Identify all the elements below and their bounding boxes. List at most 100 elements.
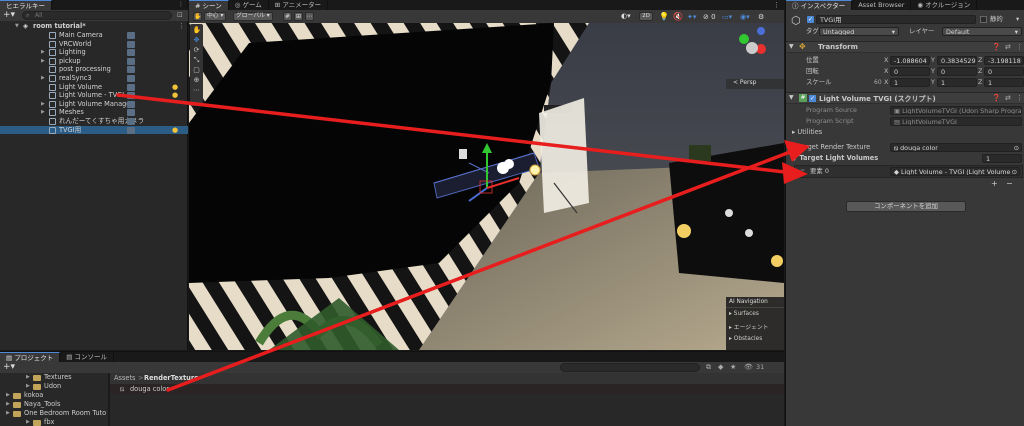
rect-tool-icon[interactable]: ▢ — [193, 66, 201, 74]
target-lv-size-field[interactable]: 1 — [982, 154, 1022, 163]
breadcrumb-assets[interactable]: Assets — [114, 373, 135, 384]
hierarchy-item[interactable]: post processing — [0, 65, 188, 74]
ai-navigation-overlay[interactable]: AI Navigation ▸ Surfaces ▸ エージェント ▸ Obst… — [726, 297, 784, 350]
snap-icon[interactable]: ⊞ — [294, 12, 303, 21]
favorite-icon[interactable]: ★ — [730, 362, 736, 373]
program-source-field[interactable]: ▣ LightVolumeTVGI (Udon Sharp Progra — [890, 106, 1022, 115]
program-script-field[interactable]: ▤ LightVolumeTVGI — [890, 117, 1022, 126]
persp-label[interactable]: < Persp — [733, 79, 756, 86]
move-tool-icon[interactable]: ✥ — [193, 36, 201, 44]
folder-tree-item[interactable]: ▶ One Bedroom Room Tuto — [0, 409, 108, 418]
expand-arrow-icon[interactable]: ▶ — [26, 382, 30, 391]
hierarchy-item[interactable]: ▶ Meshes — [0, 108, 188, 117]
tvgi-component-header[interactable]: ▼ # ✓ Light Volume TVGI (スクリプト) ❓ ⇄ ⋮ — [786, 92, 1024, 104]
rotation-x-field[interactable]: 0 — [890, 67, 930, 76]
audio-toggle-icon[interactable]: 🔇 — [673, 11, 683, 22]
element-0-field[interactable]: ◆ Light Volume - TVGI (Light Volume ⊙ — [890, 167, 1020, 176]
tab-console[interactable]: ▤ コンソール — [60, 352, 114, 362]
component-menu-icon[interactable]: ⋮ — [1016, 94, 1023, 102]
object-name-input[interactable]: TVGI用 — [816, 15, 976, 24]
preset-icon[interactable]: ⇄ — [1005, 94, 1011, 102]
scene-view[interactable]: # シーン ◎ ゲーム ⊞ アニメーター ⋮ ✋ 中心 ▾ グローバル ▾ # … — [189, 0, 784, 350]
scale-y-field[interactable]: 1 — [937, 78, 977, 87]
transform-tool-icon[interactable]: ⊕ — [193, 76, 201, 84]
visibility-icon[interactable] — [127, 83, 135, 91]
ai-nav-agents[interactable]: ▸ エージェント — [726, 318, 784, 332]
visibility-icon[interactable] — [127, 126, 135, 134]
tab-hierarchy[interactable]: ヒエラルキー — [0, 0, 52, 10]
expand-arrow-icon[interactable]: ▶ — [41, 108, 45, 117]
search-input[interactable]: ⌕ All — [22, 11, 172, 20]
hierarchy-item[interactable]: VRCWorld — [0, 40, 188, 49]
position-y-field[interactable]: 0.3834529 — [937, 56, 977, 65]
custom-tool-icon[interactable]: ⋯ — [193, 86, 201, 94]
visibility-icon[interactable] — [127, 118, 135, 125]
scene-menu-icon[interactable]: ⋮ — [178, 22, 185, 31]
preset-icon[interactable]: ⇄ — [1005, 43, 1011, 51]
rotation-z-field[interactable]: 0 — [984, 67, 1024, 76]
rotate-tool-icon[interactable]: ⟳ — [193, 46, 201, 54]
scale-x-field[interactable]: 1 — [890, 78, 930, 87]
visibility-icon[interactable] — [127, 32, 135, 39]
add-element-button[interactable]: + — [991, 179, 998, 188]
breadcrumb-rendertexture[interactable]: RenderTexture — [144, 373, 199, 384]
ai-nav-surfaces[interactable]: ▸ Surfaces — [726, 308, 784, 318]
add-icon[interactable]: +▾ — [3, 10, 15, 21]
search-by-label-icon[interactable]: ◆ — [718, 362, 723, 373]
hierarchy-item[interactable]: れんだーてくすちゃ用カメラ — [0, 117, 188, 126]
camera-settings-icon[interactable]: ▭▾ — [722, 12, 732, 22]
object-picker-icon[interactable]: ⊙ — [1014, 144, 1019, 151]
visibility-icon[interactable] — [127, 57, 135, 65]
expand-arrow-icon[interactable]: ▶ — [41, 48, 45, 57]
hand-tool-icon[interactable]: ✋ — [193, 12, 202, 21]
object-picker-icon[interactable]: ⊙ — [1011, 168, 1017, 175]
scale-link-icon[interactable]: 60 — [874, 78, 882, 87]
folder-tree-item[interactable]: ▶ Textures — [0, 373, 108, 382]
asset-row[interactable]: ⧅ douga color — [110, 384, 784, 394]
visibility-icon[interactable] — [127, 49, 135, 57]
folder-tree-item[interactable]: ▶ Udon — [0, 382, 108, 391]
visibility-icon[interactable] — [127, 66, 135, 74]
remove-element-button[interactable]: − — [1006, 179, 1013, 188]
folder-tree-item[interactable]: ▶ Naya_Tools — [0, 400, 108, 409]
add-component-button[interactable]: コンポーネントを追加 — [846, 201, 966, 212]
scale-z-field[interactable]: 1 — [984, 78, 1024, 87]
hierarchy-item[interactable]: TVGI用 ● — [0, 125, 188, 135]
utilities-foldout[interactable]: ▸ Utilities — [792, 128, 822, 137]
folder-tree-item[interactable]: ▶ fbx — [0, 418, 108, 426]
hierarchy-item[interactable]: ▶ Light Volume Manager — [0, 100, 188, 109]
create-icon[interactable]: +▾ — [3, 362, 15, 373]
tab-project[interactable]: ▤ プロジェクト — [0, 352, 61, 362]
hierarchy-item[interactable]: ▶ realSync3 — [0, 74, 188, 83]
tab-asset-browser[interactable]: Asset Browser — [852, 0, 912, 10]
rotation-y-field[interactable]: 0 — [937, 67, 977, 76]
component-enabled-checkbox[interactable]: ✓ — [809, 95, 816, 102]
scene-render[interactable] — [189, 23, 784, 350]
hidden-packages-icon[interactable]: 👁 — [744, 362, 753, 373]
visibility-icon[interactable] — [127, 109, 135, 117]
layer-dropdown[interactable]: Default ▾ — [942, 27, 1022, 36]
hierarchy-item[interactable]: Light Volume ● — [0, 83, 188, 92]
help-icon[interactable]: ❓ — [992, 43, 1001, 51]
search-by-type-icon[interactable]: ⧉ — [706, 362, 711, 373]
target-rt-field[interactable]: ⧅ douga color ⊙ — [890, 143, 1022, 152]
tab-animator[interactable]: ⊞ アニメーター — [269, 0, 329, 10]
visibility-icon[interactable] — [127, 75, 135, 82]
grid-snap-icon[interactable]: # — [283, 12, 292, 21]
increment-snap-icon[interactable]: ⋯ — [305, 12, 314, 21]
hierarchy-item[interactable]: ▶ pickup — [0, 57, 188, 66]
expand-arrow-icon[interactable]: ▶ — [6, 409, 10, 418]
component-menu-icon[interactable]: ⋮ — [1016, 43, 1023, 51]
project-search-input[interactable] — [560, 363, 700, 372]
expand-arrow-icon[interactable]: ▶ — [41, 57, 45, 66]
target-lv-foldout[interactable]: ▼ Target Light Volumes — [792, 154, 878, 163]
tab-occlusion[interactable]: ◉ オクルージョン — [911, 0, 978, 10]
hierarchy-item[interactable]: Light Volume - TVGI ● — [0, 91, 188, 100]
scene-settings-icon[interactable]: ⚙ — [758, 12, 764, 22]
view-tool-icon[interactable]: ✋ — [193, 26, 202, 34]
expand-arrow-icon[interactable]: ▶ — [6, 400, 10, 409]
position-z-field[interactable]: -3.198118 — [984, 56, 1024, 65]
lighting-toggle-icon[interactable]: 💡 — [659, 11, 669, 22]
position-x-field[interactable]: -1.088604 — [890, 56, 930, 65]
more-icon[interactable]: ⋮ — [178, 1, 184, 8]
